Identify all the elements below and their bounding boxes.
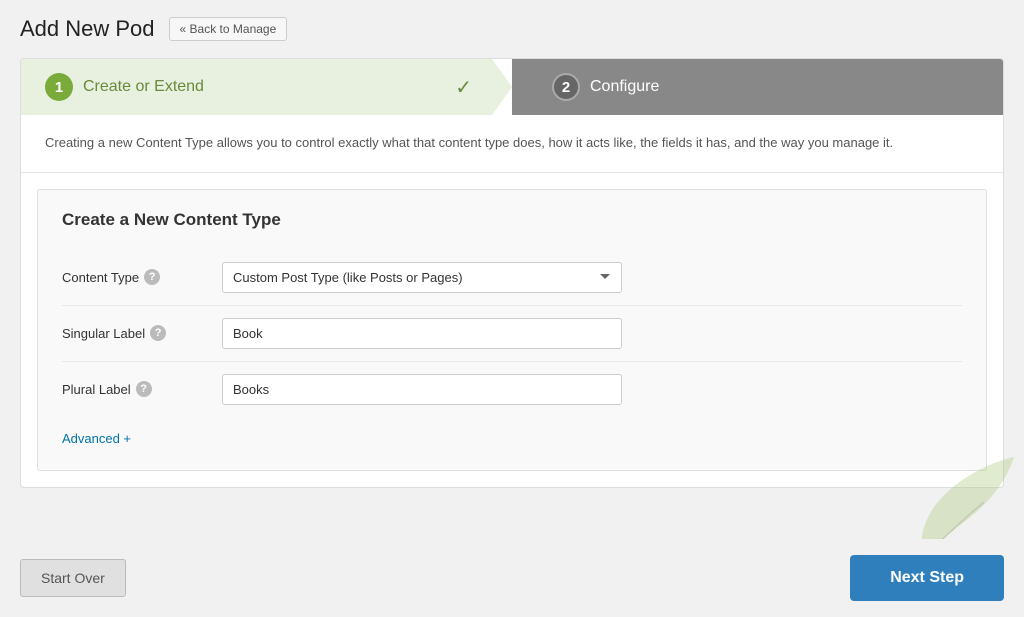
step-tabs: 1 Create or Extend ✓ 2 Configure xyxy=(21,59,1003,115)
main-card: 1 Create or Extend ✓ 2 Configure Creatin… xyxy=(20,58,1004,488)
back-to-manage-button[interactable]: « Back to Manage xyxy=(169,17,288,41)
plural-label-row: Plural Label ? xyxy=(62,362,962,417)
page-footer: Start Over Next Step xyxy=(0,539,1024,617)
description-text: Creating a new Content Type allows you t… xyxy=(45,133,979,154)
singular-label-label: Singular Label ? xyxy=(62,325,222,341)
step-tab-2: 2 Configure xyxy=(512,59,1003,115)
plural-label-label: Plural Label ? xyxy=(62,381,222,397)
plural-label-help-icon[interactable]: ? xyxy=(136,381,152,397)
form-section-title: Create a New Content Type xyxy=(62,210,962,230)
description-box: Creating a new Content Type allows you t… xyxy=(21,115,1003,173)
plural-label-input[interactable] xyxy=(222,374,622,405)
page-header: Add New Pod « Back to Manage xyxy=(20,16,1004,42)
singular-label-row: Singular Label ? xyxy=(62,306,962,362)
page-title: Add New Pod xyxy=(20,16,155,42)
content-type-select[interactable]: Custom Post Type (like Posts or Pages) C… xyxy=(222,262,622,293)
step-checkmark-1: ✓ xyxy=(455,75,472,100)
singular-label-help-icon[interactable]: ? xyxy=(150,325,166,341)
content-type-help-icon[interactable]: ? xyxy=(144,269,160,285)
step-label-2: Configure xyxy=(590,78,659,96)
step-label-1: Create or Extend xyxy=(83,78,204,96)
step-number-2: 2 xyxy=(552,73,580,101)
singular-label-input[interactable] xyxy=(222,318,622,349)
content-type-row: Content Type ? Custom Post Type (like Po… xyxy=(62,250,962,306)
step-tab-1: 1 Create or Extend ✓ xyxy=(21,59,512,115)
start-over-button[interactable]: Start Over xyxy=(20,559,126,597)
content-type-label: Content Type ? xyxy=(62,269,222,285)
advanced-link[interactable]: Advanced + xyxy=(62,431,131,446)
next-step-button[interactable]: Next Step xyxy=(850,555,1004,601)
form-section: Create a New Content Type Content Type ?… xyxy=(37,189,987,471)
step-number-1: 1 xyxy=(45,73,73,101)
